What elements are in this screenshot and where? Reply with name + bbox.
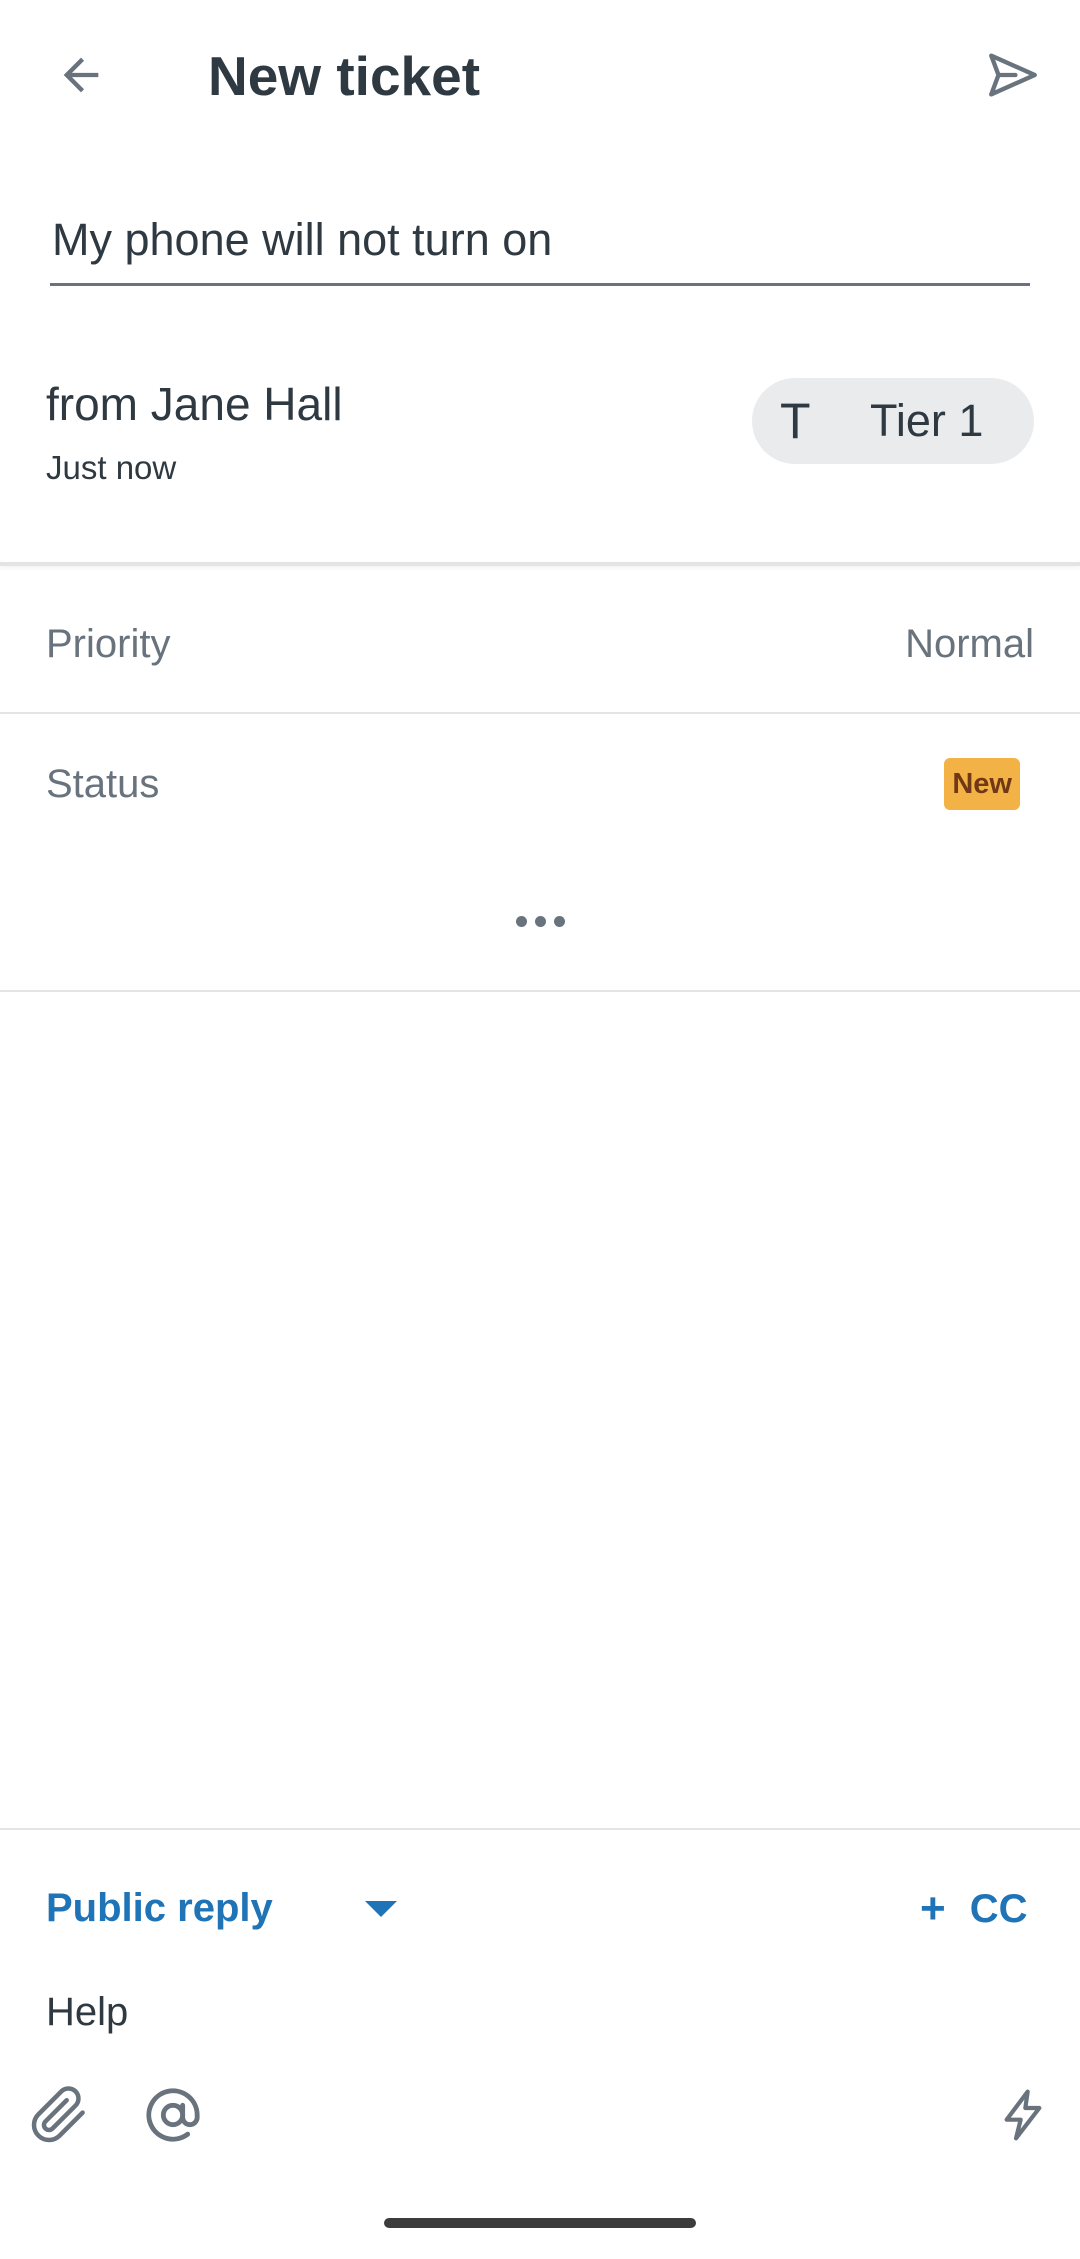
divider — [0, 562, 1080, 566]
priority-label: Priority — [46, 622, 171, 666]
more-horizontal-icon — [553, 915, 565, 927]
more-horizontal-icon — [515, 915, 527, 927]
arrow-left-icon — [63, 57, 99, 93]
reply-type-dropdown[interactable]: Public reply — [46, 1886, 397, 1931]
app-bar: New ticket — [0, 0, 1080, 152]
status-row[interactable]: Status New — [0, 714, 1080, 854]
send-icon — [989, 53, 1037, 97]
subject-input[interactable] — [50, 200, 1030, 280]
reply-textarea[interactable]: Help — [46, 1990, 128, 2035]
attach-button[interactable] — [24, 2080, 94, 2150]
more-fields-button[interactable] — [500, 896, 580, 946]
more-horizontal-icon — [534, 915, 546, 927]
priority-row[interactable]: Priority Normal — [0, 574, 1080, 714]
divider — [0, 1828, 1080, 1830]
page-title: New ticket — [208, 45, 481, 107]
group-chip[interactable]: T Tier 1 — [752, 378, 1034, 464]
cc-label: CC — [969, 1886, 1028, 1931]
mention-button[interactable] — [138, 2080, 208, 2150]
divider — [0, 990, 1080, 992]
paperclip-icon — [31, 2086, 85, 2143]
caret-down-icon — [364, 1900, 397, 1917]
requester-info[interactable]: from Jane Hall Just now — [46, 370, 343, 490]
group-avatar: T — [780, 393, 811, 449]
add-cc-button[interactable]: + CC — [920, 1884, 1027, 1934]
group-label: Tier 1 — [870, 395, 984, 446]
reply-type-label: Public reply — [46, 1886, 273, 1930]
subject-field — [50, 200, 1030, 286]
status-label: Status — [46, 762, 160, 806]
home-indicator[interactable] — [384, 2218, 696, 2228]
back-button[interactable] — [46, 40, 116, 110]
plus-icon: + — [920, 1884, 946, 1933]
at-sign-icon — [146, 2088, 200, 2142]
priority-value: Normal — [905, 622, 1034, 666]
requester-name: from Jane Hall — [46, 378, 343, 430]
requester-timestamp: Just now — [46, 449, 177, 486]
lightning-icon — [1004, 2089, 1042, 2141]
macro-button[interactable] — [988, 2080, 1058, 2150]
send-button[interactable] — [976, 38, 1050, 112]
status-badge: New — [944, 758, 1020, 810]
